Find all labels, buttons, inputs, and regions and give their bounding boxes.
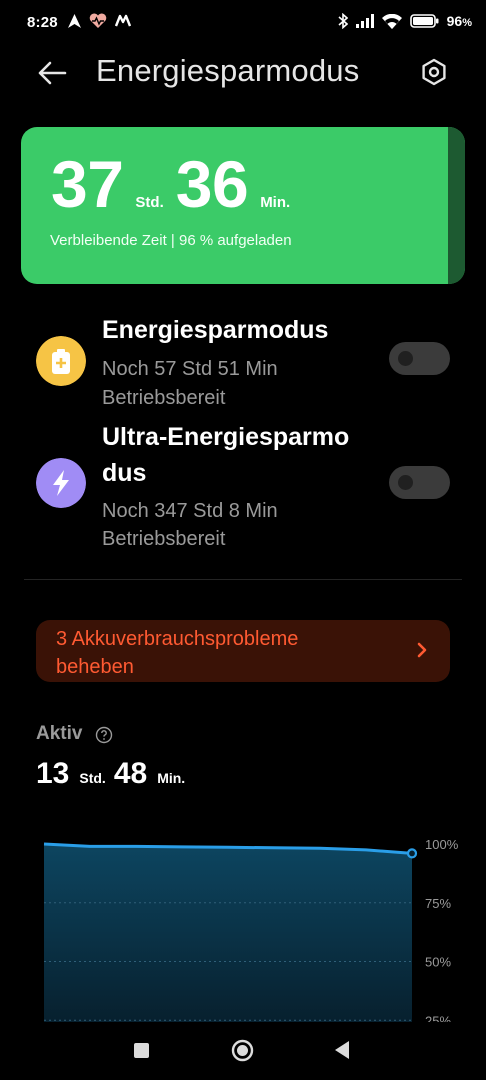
back-arrow-icon[interactable] xyxy=(36,57,68,89)
settings-hexagon-icon[interactable] xyxy=(419,57,449,87)
active-label: Aktiv xyxy=(36,723,83,744)
mode-title-line1: Ultra-Energiesparmo xyxy=(102,423,350,451)
battery-percent-suffix: % xyxy=(462,17,472,29)
recent-apps-square-icon[interactable] xyxy=(134,1043,149,1058)
remaining-hours: 37 xyxy=(51,147,124,221)
battery-plus-icon xyxy=(36,336,86,386)
back-triangle-icon[interactable] xyxy=(334,1040,350,1060)
toggle-knob xyxy=(398,475,413,490)
status-time: 8:28 xyxy=(27,14,58,31)
mode-remaining: Noch 347 Std 8 Min xyxy=(102,500,278,522)
active-minutes: 48 xyxy=(113,757,148,790)
mode-title: Energiesparmodus xyxy=(102,316,329,344)
mode-remaining: Noch 57 Std 51 Min xyxy=(102,358,278,380)
remaining-minutes: 36 xyxy=(175,147,249,221)
active-minutes-unit: Min. xyxy=(157,770,186,786)
chart-area-fill xyxy=(44,844,412,1022)
mode-status: Betriebsbereit xyxy=(102,387,226,409)
m-app-icon xyxy=(115,14,131,27)
active-hours-unit: Std. xyxy=(79,770,106,786)
navigation-icon xyxy=(68,13,81,28)
lightning-icon xyxy=(36,458,86,508)
chart-y-tick-label: 25% xyxy=(425,1013,451,1022)
heart-pulse-icon xyxy=(89,13,107,28)
active-time: 13 Std. 48 Min. xyxy=(36,757,193,791)
battery-level-chart: 100% 75% 50% 25% xyxy=(43,837,459,1022)
wifi-icon xyxy=(381,13,402,29)
chart-y-tick-label: 100% xyxy=(425,837,459,852)
active-hours: 13 xyxy=(36,757,70,790)
help-icon[interactable] xyxy=(95,726,113,744)
banner-line-1: 3 Akkuverbrauchsprobleme xyxy=(56,628,299,650)
remaining-minutes-unit: Min. xyxy=(260,194,291,211)
banner-line-2: beheben xyxy=(56,656,134,678)
mode-title-line2: dus xyxy=(102,459,147,487)
status-bar: 8:28 96% xyxy=(0,0,486,46)
mode-status: Betriebsbereit xyxy=(102,528,226,550)
ultra-power-saving-toggle[interactable] xyxy=(389,466,450,499)
signal-icon xyxy=(355,14,374,28)
battery-percent: 96 xyxy=(446,13,463,29)
toggle-knob xyxy=(398,351,413,366)
bluetooth-icon xyxy=(338,13,348,29)
section-divider xyxy=(24,579,462,580)
fix-battery-problems-banner[interactable]: 3 Akkuverbrauchsprobleme beheben xyxy=(36,620,450,682)
remaining-hours-unit: Std. xyxy=(135,194,164,211)
chart-y-tick-label: 75% xyxy=(425,896,451,911)
chevron-right-icon xyxy=(417,642,427,658)
chart-current-point xyxy=(406,848,418,859)
remaining-subtitle: Verbleibende Zeit | 96 % aufgeladen xyxy=(50,232,292,249)
chart-y-tick-label: 50% xyxy=(425,955,451,970)
page-title: Energiesparmodus xyxy=(96,53,360,88)
battery-icon xyxy=(409,14,439,28)
home-circle-icon[interactable] xyxy=(231,1039,254,1062)
battery-remaining-card: 37 Std. 36 Min. Verbleibende Zeit | 96 %… xyxy=(21,127,465,284)
power-saving-toggle[interactable] xyxy=(389,342,450,375)
card-edge xyxy=(448,127,465,284)
